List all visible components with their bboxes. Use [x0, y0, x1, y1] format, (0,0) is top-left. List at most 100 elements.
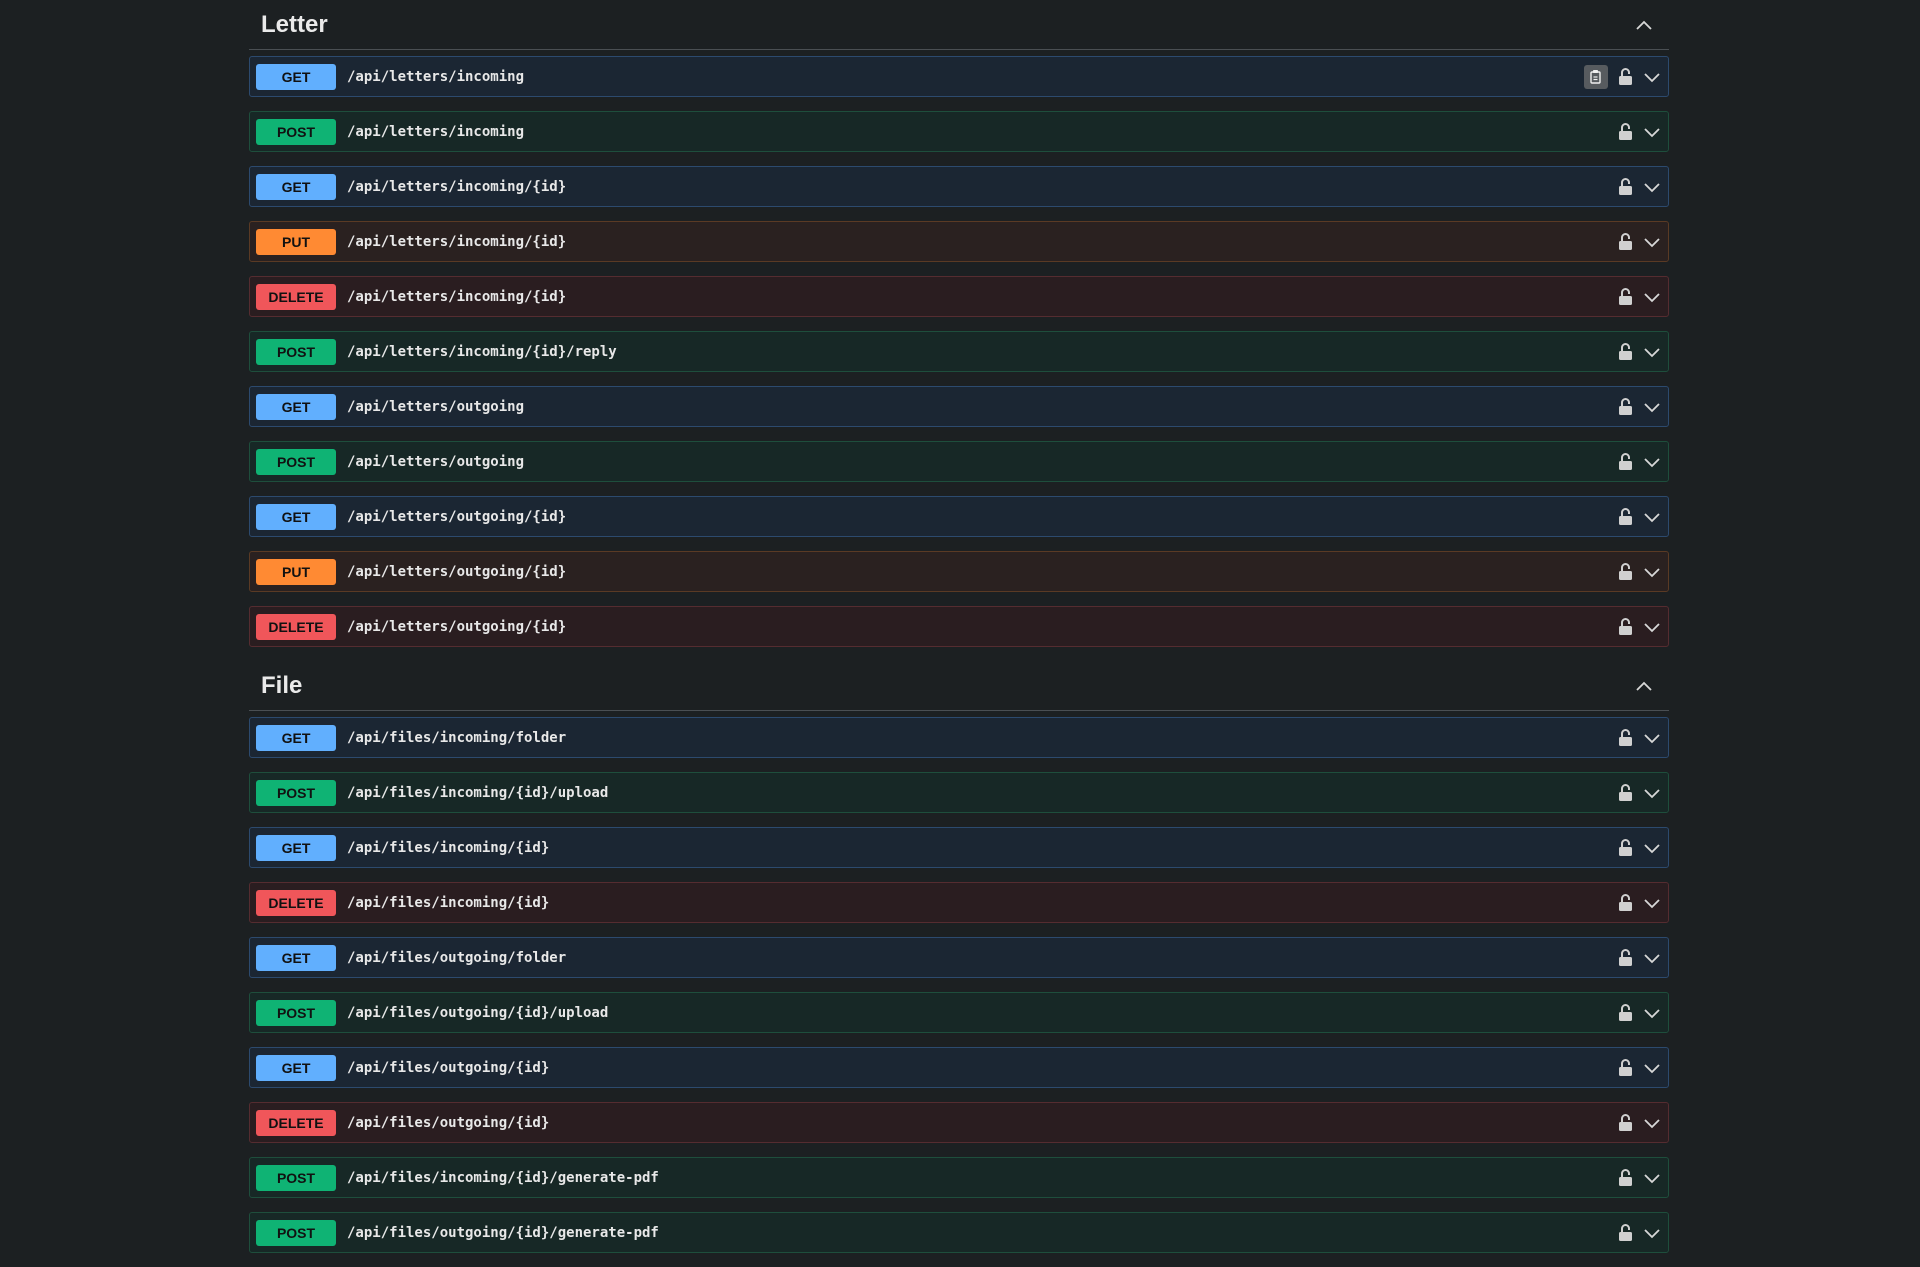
operation-actions	[1616, 1167, 1662, 1189]
operation-path: /api/files/incoming/folder	[347, 729, 567, 746]
operation-row[interactable]: DELETE/api/files/outgoing/{id}	[249, 1102, 1669, 1143]
lock-icon[interactable]	[1616, 231, 1634, 253]
operation-path: /api/letters/outgoing	[347, 453, 525, 470]
lock-icon[interactable]	[1616, 121, 1634, 143]
tag-section-letter: Letter GET/api/letters/incoming POST/api/l…	[249, 0, 1669, 647]
operation-path: /api/files/incoming/{id}/upload	[347, 784, 609, 801]
method-badge: GET	[256, 503, 336, 530]
method-badge: POST	[256, 338, 336, 365]
lock-icon[interactable]	[1616, 727, 1634, 749]
operation-path: /api/letters/incoming/{id}/reply	[347, 343, 617, 360]
chevron-down-icon[interactable]	[1642, 122, 1662, 142]
tag-header[interactable]: Letter	[249, 0, 1669, 50]
lock-icon[interactable]	[1616, 561, 1634, 583]
lock-icon[interactable]	[1616, 947, 1634, 969]
operation-row[interactable]: POST/api/letters/outgoing	[249, 441, 1669, 482]
operation-actions	[1616, 892, 1662, 914]
operation-row[interactable]: POST/api/letters/incoming	[249, 111, 1669, 152]
operation-row[interactable]: GET/api/letters/outgoing	[249, 386, 1669, 427]
operation-path: /api/letters/outgoing/{id}	[347, 618, 567, 635]
method-badge: GET	[256, 724, 336, 751]
chevron-down-icon[interactable]	[1642, 452, 1662, 472]
lock-icon[interactable]	[1616, 396, 1634, 418]
chevron-down-icon[interactable]	[1642, 1113, 1662, 1133]
method-badge: GET	[256, 393, 336, 420]
method-badge: DELETE	[256, 613, 336, 640]
method-badge: GET	[256, 944, 336, 971]
lock-icon[interactable]	[1616, 782, 1634, 804]
chevron-down-icon[interactable]	[1642, 232, 1662, 252]
tag-header[interactable]: File	[249, 661, 1669, 711]
api-operations-list: Letter GET/api/letters/incoming POST/api/l…	[249, 0, 1669, 1267]
operation-row[interactable]: DELETE/api/files/incoming/{id}	[249, 882, 1669, 923]
lock-icon[interactable]	[1616, 892, 1634, 914]
operation-row[interactable]: POST/api/files/outgoing/{id}/upload	[249, 992, 1669, 1033]
method-badge: GET	[256, 834, 336, 861]
operation-row[interactable]: GET/api/letters/outgoing/{id}	[249, 496, 1669, 537]
operation-actions	[1616, 121, 1662, 143]
operation-actions	[1616, 286, 1662, 308]
operation-path: /api/files/outgoing/{id}/upload	[347, 1004, 609, 1021]
operation-actions	[1616, 176, 1662, 198]
operation-row[interactable]: POST/api/files/incoming/{id}/generate-pd…	[249, 1157, 1669, 1198]
operation-row[interactable]: DELETE/api/letters/outgoing/{id}	[249, 606, 1669, 647]
lock-icon[interactable]	[1616, 1002, 1634, 1024]
operation-row[interactable]: GET/api/files/outgoing/folder	[249, 937, 1669, 978]
operation-row[interactable]: GET/api/files/incoming/{id}	[249, 827, 1669, 868]
chevron-down-icon[interactable]	[1642, 1058, 1662, 1078]
chevron-down-icon[interactable]	[1642, 507, 1662, 527]
chevron-down-icon[interactable]	[1642, 67, 1662, 87]
operation-actions	[1616, 341, 1662, 363]
operation-actions	[1616, 782, 1662, 804]
copy-icon[interactable]	[1584, 64, 1608, 89]
lock-icon[interactable]	[1616, 1057, 1634, 1079]
operation-row[interactable]: PUT/api/letters/incoming/{id}	[249, 221, 1669, 262]
lock-icon[interactable]	[1616, 341, 1634, 363]
chevron-down-icon[interactable]	[1642, 617, 1662, 637]
chevron-down-icon[interactable]	[1642, 1168, 1662, 1188]
method-badge: POST	[256, 118, 336, 145]
operation-row[interactable]: DELETE/api/letters/incoming/{id}	[249, 276, 1669, 317]
operation-row[interactable]: GET/api/files/incoming/folder	[249, 717, 1669, 758]
lock-icon[interactable]	[1616, 176, 1634, 198]
chevron-down-icon[interactable]	[1642, 838, 1662, 858]
lock-icon[interactable]	[1616, 1112, 1634, 1134]
chevron-down-icon[interactable]	[1642, 562, 1662, 582]
lock-icon[interactable]	[1616, 286, 1634, 308]
operation-row[interactable]: PUT/api/letters/outgoing/{id}	[249, 551, 1669, 592]
lock-icon[interactable]	[1616, 616, 1634, 638]
lock-icon[interactable]	[1616, 837, 1634, 859]
chevron-down-icon[interactable]	[1642, 728, 1662, 748]
chevron-down-icon[interactable]	[1642, 397, 1662, 417]
lock-icon[interactable]	[1616, 66, 1634, 88]
lock-icon[interactable]	[1616, 1222, 1634, 1244]
operations-list: GET/api/files/incoming/folder POST/api/fi…	[249, 711, 1669, 1253]
chevron-down-icon[interactable]	[1642, 177, 1662, 197]
chevron-down-icon[interactable]	[1642, 948, 1662, 968]
operation-actions	[1616, 616, 1662, 638]
chevron-down-icon[interactable]	[1642, 1003, 1662, 1023]
operation-path: /api/files/outgoing/{id}/generate-pdf	[347, 1224, 659, 1241]
chevron-down-icon[interactable]	[1642, 893, 1662, 913]
operation-path: /api/files/incoming/{id}	[347, 894, 550, 911]
chevron-up-icon[interactable]	[1631, 673, 1657, 699]
operation-row[interactable]: GET/api/files/outgoing/{id}	[249, 1047, 1669, 1088]
operation-path: /api/letters/incoming	[347, 68, 525, 85]
operation-row[interactable]: POST/api/files/incoming/{id}/upload	[249, 772, 1669, 813]
method-badge: DELETE	[256, 283, 336, 310]
chevron-down-icon[interactable]	[1642, 783, 1662, 803]
chevron-up-icon[interactable]	[1631, 12, 1657, 38]
lock-icon[interactable]	[1616, 451, 1634, 473]
lock-icon[interactable]	[1616, 506, 1634, 528]
operation-actions	[1584, 64, 1662, 89]
operation-row[interactable]: POST/api/files/outgoing/{id}/generate-pd…	[249, 1212, 1669, 1253]
chevron-down-icon[interactable]	[1642, 287, 1662, 307]
operation-actions	[1616, 837, 1662, 859]
operation-row[interactable]: GET/api/letters/incoming/{id}	[249, 166, 1669, 207]
chevron-down-icon[interactable]	[1642, 342, 1662, 362]
operation-path: /api/files/outgoing/folder	[347, 949, 567, 966]
chevron-down-icon[interactable]	[1642, 1223, 1662, 1243]
operation-row[interactable]: GET/api/letters/incoming	[249, 56, 1669, 97]
operation-row[interactable]: POST/api/letters/incoming/{id}/reply	[249, 331, 1669, 372]
lock-icon[interactable]	[1616, 1167, 1634, 1189]
